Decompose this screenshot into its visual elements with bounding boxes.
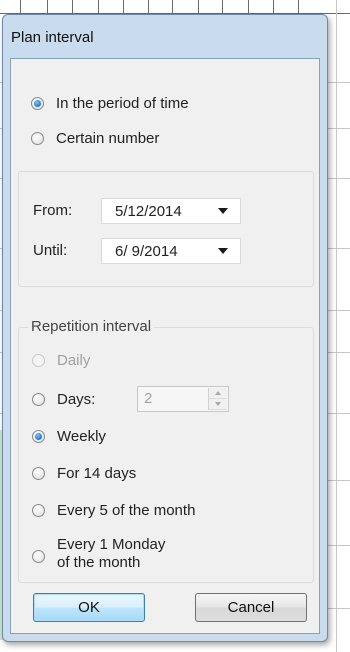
radio-icon[interactable] xyxy=(32,354,45,367)
grid-tick xyxy=(72,0,73,14)
cancel-button[interactable]: Cancel xyxy=(195,593,307,622)
dialog-client-area: In the period of time Certain number Fro… xyxy=(10,58,320,634)
ok-button[interactable]: OK xyxy=(33,593,145,622)
grid-tick xyxy=(248,0,249,14)
radio-icon[interactable] xyxy=(32,393,45,406)
radio-certain-number[interactable]: Certain number xyxy=(31,130,159,147)
grid-tick xyxy=(123,0,124,14)
radio-icon[interactable] xyxy=(32,430,45,443)
radio-label: Every 1 Monday of the month xyxy=(57,536,166,571)
grid-tick xyxy=(98,0,99,14)
days-spinner[interactable]: 2 xyxy=(137,386,229,412)
radio-label: Weekly xyxy=(57,428,106,445)
radio-label: Days: xyxy=(57,391,96,408)
grid-tick xyxy=(222,0,223,14)
spin-down-icon[interactable] xyxy=(209,399,227,410)
radio-label: Every 5 of the month xyxy=(57,502,196,519)
radio-for-14-days[interactable]: For 14 days xyxy=(32,465,136,482)
radio-icon[interactable] xyxy=(32,467,45,480)
radio-label: Daily xyxy=(57,352,91,369)
from-label: From: xyxy=(33,202,73,219)
radio-icon[interactable] xyxy=(32,549,45,563)
grid-tick xyxy=(20,0,21,14)
radio-days[interactable]: Days: xyxy=(32,391,95,408)
dialog-title: Plan interval xyxy=(11,29,94,46)
radio-icon[interactable] xyxy=(31,97,44,110)
radio-daily[interactable]: Daily xyxy=(32,352,90,369)
title-bar[interactable]: Plan interval xyxy=(3,15,327,55)
from-date-value: 5/12/2014 xyxy=(115,202,182,220)
radio-every-1-monday[interactable]: Every 1 Monday of the month xyxy=(32,536,165,572)
until-date-value: 6/ 9/2014 xyxy=(115,242,178,260)
spinner-buttons xyxy=(208,388,227,410)
radio-label: Certain number xyxy=(56,130,160,147)
radio-label: For 14 days xyxy=(57,465,137,482)
spin-up-icon[interactable] xyxy=(209,388,227,399)
radio-icon[interactable] xyxy=(31,132,44,145)
grid-tick xyxy=(273,0,274,14)
radio-label: In the period of time xyxy=(56,95,189,112)
days-spinner-value: 2 xyxy=(144,390,153,407)
until-label: Until: xyxy=(33,242,68,259)
date-range-group: From: 5/12/2014 Until: 6/ 9/2014 xyxy=(18,171,314,287)
repetition-legend: Repetition interval xyxy=(28,318,155,335)
grid-tick xyxy=(172,0,173,14)
until-date-picker[interactable]: 6/ 9/2014 xyxy=(101,238,241,264)
repetition-interval-group: Repetition interval Daily Days: 2 Weekly xyxy=(18,318,314,583)
chevron-down-icon[interactable] xyxy=(218,208,228,214)
radio-period-of-time[interactable]: In the period of time xyxy=(31,95,189,112)
grid-tick xyxy=(298,0,299,14)
grid-column-line xyxy=(336,0,337,652)
radio-icon[interactable] xyxy=(32,504,45,517)
grid-tick xyxy=(148,0,149,14)
from-date-picker[interactable]: 5/12/2014 xyxy=(101,198,241,224)
grid-tick xyxy=(198,0,199,14)
radio-weekly[interactable]: Weekly xyxy=(32,428,106,445)
radio-every-5-of-month[interactable]: Every 5 of the month xyxy=(32,502,195,519)
plan-interval-dialog: Plan interval In the period of time Cert… xyxy=(2,14,328,642)
chevron-down-icon[interactable] xyxy=(218,248,228,254)
grid-tick xyxy=(47,0,48,14)
